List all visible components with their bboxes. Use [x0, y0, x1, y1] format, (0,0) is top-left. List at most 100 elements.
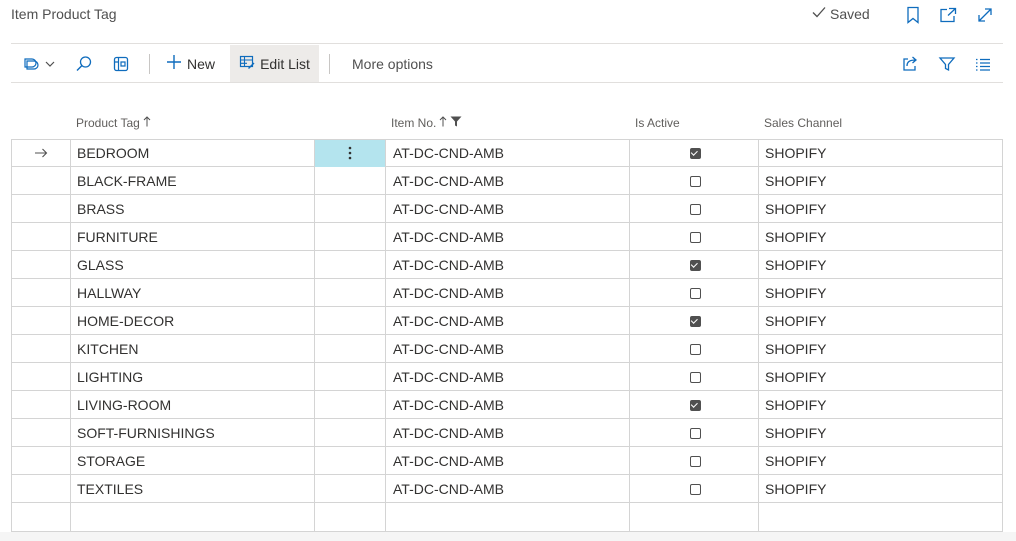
search-icon[interactable]: [75, 45, 97, 82]
table-row[interactable]: LIVING-ROOM AT-DC-CND-AMB SHOPIFY: [11, 391, 1003, 419]
product-tag-cell[interactable]: BRASS: [77, 195, 124, 223]
table-row[interactable]: SOFT-FURNISHINGS AT-DC-CND-AMB SHOPIFY: [11, 419, 1003, 447]
is-active-checkbox[interactable]: [689, 231, 701, 243]
table-row[interactable]: BRASS AT-DC-CND-AMB SHOPIFY: [11, 195, 1003, 223]
is-active-checkbox[interactable]: [689, 371, 701, 383]
item-no-cell[interactable]: AT-DC-CND-AMB: [393, 195, 504, 223]
is-active-cell: [685, 447, 705, 475]
item-no-cell[interactable]: AT-DC-CND-AMB: [393, 447, 504, 475]
sales-channel-cell[interactable]: SHOPIFY: [765, 335, 826, 363]
item-no-cell[interactable]: AT-DC-CND-AMB: [393, 391, 504, 419]
checkmark-icon: [811, 5, 827, 22]
sort-ascending-icon: [439, 116, 447, 130]
is-active-checkbox[interactable]: [689, 175, 701, 187]
table-row[interactable]: STORAGE AT-DC-CND-AMB SHOPIFY: [11, 447, 1003, 475]
is-active-checkbox[interactable]: [689, 427, 701, 439]
title-bar: Item Product Tag Saved: [0, 0, 1016, 32]
action-bar: New Edit List More options: [11, 45, 1003, 82]
is-active-checkbox[interactable]: [689, 455, 701, 467]
product-tag-cell[interactable]: TEXTILES: [77, 475, 143, 503]
product-tag-cell[interactable]: LIVING-ROOM: [77, 391, 171, 419]
row-actions-menu-icon[interactable]: [315, 139, 385, 167]
sales-channel-cell[interactable]: SHOPIFY: [765, 475, 826, 503]
is-active-checkbox[interactable]: [689, 343, 701, 355]
item-no-cell[interactable]: AT-DC-CND-AMB: [393, 223, 504, 251]
sales-channel-cell[interactable]: SHOPIFY: [765, 391, 826, 419]
item-no-cell[interactable]: AT-DC-CND-AMB: [393, 335, 504, 363]
sales-channel-cell[interactable]: SHOPIFY: [765, 419, 826, 447]
sales-channel-cell[interactable]: SHOPIFY: [765, 167, 826, 195]
copilot-menu-button[interactable]: [21, 45, 59, 82]
column-header-item-no[interactable]: Item No.: [391, 116, 462, 130]
column-header-is-active[interactable]: Is Active: [635, 116, 680, 130]
save-status: Saved: [811, 5, 870, 22]
is-active-cell: [685, 391, 705, 419]
sales-channel-cell[interactable]: SHOPIFY: [765, 195, 826, 223]
product-tag-cell[interactable]: KITCHEN: [77, 335, 138, 363]
product-tag-cell[interactable]: SOFT-FURNISHINGS: [77, 419, 215, 447]
table-row[interactable]: FURNITURE AT-DC-CND-AMB SHOPIFY: [11, 223, 1003, 251]
list-view-icon[interactable]: [974, 45, 996, 82]
product-tag-cell[interactable]: STORAGE: [77, 447, 145, 475]
sales-channel-cell[interactable]: SHOPIFY: [765, 447, 826, 475]
is-active-checkbox[interactable]: [689, 287, 701, 299]
table-row[interactable]: KITCHEN AT-DC-CND-AMB SHOPIFY: [11, 335, 1003, 363]
open-new-window-icon[interactable]: [937, 4, 959, 26]
table-row[interactable]: BEDROOM AT-DC-CND-AMB SHOPIFY: [11, 139, 1003, 167]
item-no-cell[interactable]: AT-DC-CND-AMB: [393, 419, 504, 447]
product-tag-cell[interactable]: LIGHTING: [77, 363, 143, 391]
expand-icon[interactable]: [974, 4, 996, 26]
is-active-cell: [685, 419, 705, 447]
plus-icon: [166, 54, 182, 73]
sales-channel-cell[interactable]: SHOPIFY: [765, 139, 826, 167]
analyze-icon[interactable]: [112, 45, 134, 82]
sort-ascending-icon: [143, 116, 151, 130]
empty-new-row[interactable]: [11, 503, 1003, 531]
item-no-cell[interactable]: AT-DC-CND-AMB: [393, 139, 504, 167]
item-no-cell[interactable]: AT-DC-CND-AMB: [393, 279, 504, 307]
product-tag-cell[interactable]: BEDROOM: [77, 139, 149, 167]
table-row[interactable]: GLASS AT-DC-CND-AMB SHOPIFY: [11, 251, 1003, 279]
more-options-button[interactable]: More options: [352, 45, 433, 82]
item-no-cell[interactable]: AT-DC-CND-AMB: [393, 251, 504, 279]
share-icon[interactable]: [901, 45, 923, 82]
column-header-sales-channel[interactable]: Sales Channel: [764, 116, 842, 130]
item-no-cell[interactable]: AT-DC-CND-AMB: [393, 167, 504, 195]
column-header-label: Is Active: [635, 116, 680, 130]
is-active-cell: [685, 139, 705, 167]
product-tag-cell[interactable]: HOME-DECOR: [77, 307, 174, 335]
product-tag-cell[interactable]: HALLWAY: [77, 279, 141, 307]
is-active-checkbox[interactable]: [689, 399, 701, 411]
sales-channel-cell[interactable]: SHOPIFY: [765, 307, 826, 335]
is-active-checkbox[interactable]: [689, 259, 701, 271]
is-active-checkbox[interactable]: [689, 483, 701, 495]
product-tag-cell[interactable]: FURNITURE: [77, 223, 158, 251]
filter-applied-icon: [450, 116, 462, 130]
sales-channel-cell[interactable]: SHOPIFY: [765, 223, 826, 251]
item-no-cell[interactable]: AT-DC-CND-AMB: [393, 475, 504, 503]
is-active-cell: [685, 307, 705, 335]
sales-channel-cell[interactable]: SHOPIFY: [765, 251, 826, 279]
table-row[interactable]: BLACK-FRAME AT-DC-CND-AMB SHOPIFY: [11, 167, 1003, 195]
filter-icon[interactable]: [938, 45, 960, 82]
sales-channel-cell[interactable]: SHOPIFY: [765, 279, 826, 307]
table-row[interactable]: HALLWAY AT-DC-CND-AMB SHOPIFY: [11, 279, 1003, 307]
is-active-cell: [685, 251, 705, 279]
table-row[interactable]: HOME-DECOR AT-DC-CND-AMB SHOPIFY: [11, 307, 1003, 335]
item-no-cell[interactable]: AT-DC-CND-AMB: [393, 307, 504, 335]
product-tag-cell[interactable]: GLASS: [77, 251, 124, 279]
bookmark-icon[interactable]: [902, 4, 924, 26]
column-header-product-tag[interactable]: Product Tag: [76, 116, 151, 130]
item-no-cell[interactable]: AT-DC-CND-AMB: [393, 363, 504, 391]
table-row[interactable]: LIGHTING AT-DC-CND-AMB SHOPIFY: [11, 363, 1003, 391]
is-active-checkbox[interactable]: [689, 147, 701, 159]
table-row[interactable]: TEXTILES AT-DC-CND-AMB SHOPIFY: [11, 475, 1003, 503]
new-button-label: New: [187, 55, 216, 72]
is-active-checkbox[interactable]: [689, 315, 701, 327]
product-tag-cell[interactable]: BLACK-FRAME: [77, 167, 177, 195]
edit-list-icon: [239, 54, 255, 73]
is-active-checkbox[interactable]: [689, 203, 701, 215]
edit-list-button[interactable]: Edit List: [230, 45, 319, 82]
new-button[interactable]: New: [166, 45, 226, 82]
sales-channel-cell[interactable]: SHOPIFY: [765, 363, 826, 391]
